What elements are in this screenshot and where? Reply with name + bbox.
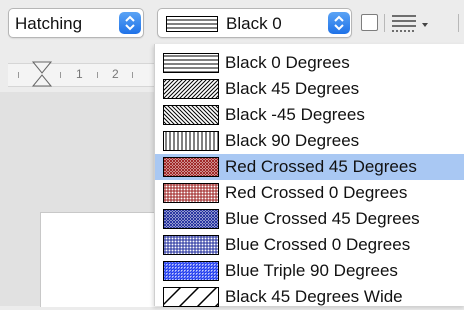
hatch-list-item-label: Black -45 Degrees <box>225 105 365 124</box>
ruler-tick <box>132 72 133 78</box>
area-style-value: Hatching <box>15 14 83 33</box>
document-page[interactable] <box>40 212 161 307</box>
hatch-list-item[interactable]: Black 0 Degrees <box>155 50 464 76</box>
hatch-list-item[interactable]: Red Crossed 0 Degrees <box>155 180 464 206</box>
hatch-list-item[interactable]: Blue Crossed 0 Degrees <box>155 232 464 258</box>
hatch-list-item-label: Blue Crossed 0 Degrees <box>225 235 411 254</box>
hatch-list-item[interactable]: Red Crossed 45 Degrees <box>155 154 464 180</box>
hatch-list-item[interactable]: Black 45 Degrees Wide <box>155 284 464 310</box>
hatch-swatch-icon <box>163 287 219 307</box>
hatch-list-item-label: Blue Triple 90 Degrees <box>225 261 398 280</box>
hatch-value: Black 0 <box>226 14 282 33</box>
ruler-number: 2 <box>112 67 119 81</box>
hatch-list-item[interactable]: Blue Crossed 45 Degrees <box>155 206 464 232</box>
hatch-swatch-icon <box>163 235 219 255</box>
hatch-swatch-icon <box>163 53 219 73</box>
ruler-tick <box>18 72 19 78</box>
hatch-list-item-label: Black 90 Degrees <box>225 131 360 150</box>
hatch-list-item[interactable]: Black 90 Degrees <box>155 128 464 154</box>
hatch-list-item-label: Black 45 Degrees <box>225 79 360 98</box>
hatch-list-item[interactable]: Blue Triple 90 Degrees <box>155 258 464 284</box>
hatch-list-item[interactable]: Black 45 Degrees <box>155 76 464 102</box>
hatch-swatch-icon <box>163 131 219 151</box>
hatch-preview-icon <box>166 16 218 32</box>
hatch-swatch-icon <box>163 209 219 229</box>
hatch-swatch-icon <box>163 79 219 99</box>
hatch-swatch-icon <box>163 183 219 203</box>
line-style-icon <box>392 15 428 32</box>
indent-marker-icon[interactable] <box>30 61 54 87</box>
ruler-tick <box>60 72 61 78</box>
horizontal-ruler: 1 2 <box>8 61 160 87</box>
line-style-button[interactable] <box>390 10 436 36</box>
hatch-list-item-label: Black 0 Degrees <box>225 53 350 72</box>
hatch-list-item-label: Red Crossed 0 Degrees <box>225 183 408 202</box>
toolbar-separator <box>384 14 385 32</box>
hatch-select[interactable]: Black 0 <box>157 8 352 38</box>
hatch-swatch-icon <box>163 105 219 125</box>
hatch-dropdown-list: Black 0 Degrees Black 45 Degrees Black -45… <box>154 44 464 307</box>
hatch-swatch-icon <box>163 261 219 281</box>
area-style-select[interactable]: Hatching <box>8 8 144 38</box>
fill-checkbox[interactable] <box>361 14 378 31</box>
ruler-number: 1 <box>76 67 83 81</box>
updown-arrows-icon[interactable] <box>119 12 141 34</box>
ruler-tick <box>97 72 98 78</box>
hatch-list-item-label: Black 45 Degrees Wide <box>225 287 403 306</box>
toolbar-separator <box>458 14 459 32</box>
hatch-swatch-icon <box>163 157 219 177</box>
hatch-list-item-label: Blue Crossed 45 Degrees <box>225 209 420 228</box>
hatch-list-item[interactable]: Black -45 Degrees <box>155 102 464 128</box>
hatch-list-item-label: Red Crossed 45 Degrees <box>225 157 417 176</box>
updown-arrows-icon[interactable] <box>328 12 350 34</box>
